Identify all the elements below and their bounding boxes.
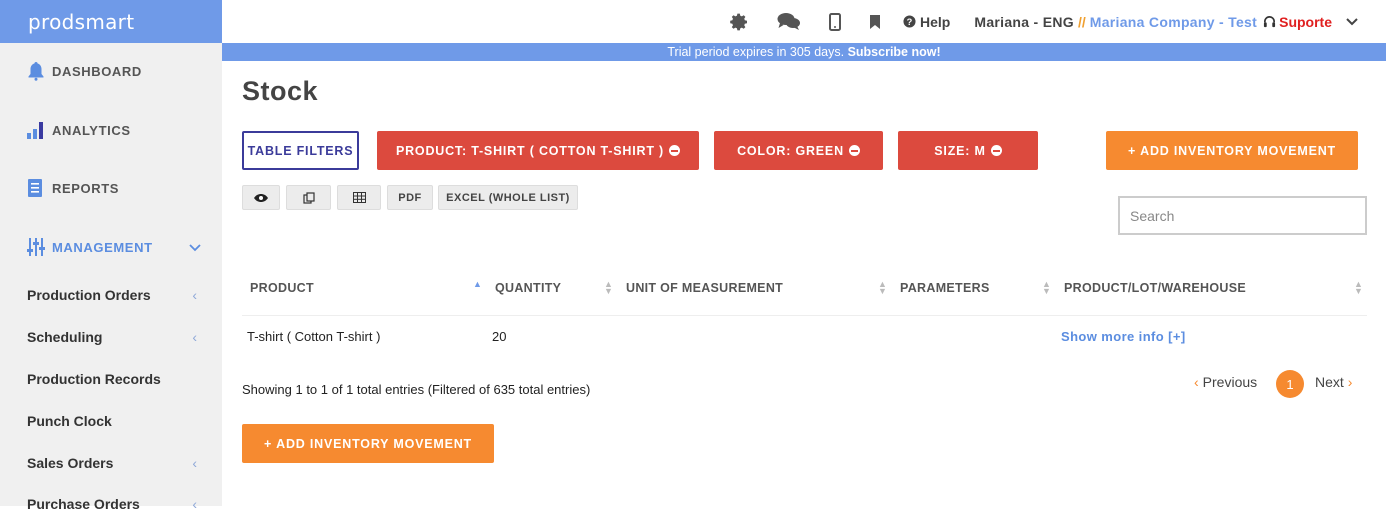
sidebar-item-reports[interactable]: REPORTS: [26, 178, 119, 198]
sidebar-item-production-records[interactable]: Production Records: [27, 371, 197, 387]
table-filters-button[interactable]: TABLE FILTERS: [242, 131, 359, 170]
chevron-down-icon[interactable]: [189, 240, 201, 255]
sort-icon: ▲ ▼: [1354, 279, 1363, 296]
product-filter-label: PRODUCT: T-SHIRT ( COTTON T-SHIRT ): [395, 143, 665, 158]
sidebar-item-label: DASHBOARD: [52, 63, 142, 79]
chat-icon[interactable]: [777, 12, 801, 32]
product-filter-chip[interactable]: PRODUCT: T-SHIRT ( COTTON T-SHIRT ): [377, 131, 699, 170]
chevron-right-icon: ›: [1347, 374, 1353, 390]
column-header-product[interactable]: PRODUCT: [250, 281, 314, 295]
sidebar-item-management[interactable]: MANAGEMENT: [26, 237, 201, 257]
subscribe-link[interactable]: Subscribe now!: [848, 45, 941, 59]
sort-icon: ▲ ▼: [604, 279, 613, 296]
previous-label: Previous: [1202, 374, 1258, 390]
sidebar-item-sales-orders[interactable]: Sales Orders ‹: [27, 455, 197, 471]
chevron-left-icon: ‹: [192, 329, 197, 345]
table-divider: [242, 315, 1367, 316]
pdf-export-button[interactable]: PDF: [387, 185, 433, 210]
top-bar: ? Help Mariana - ENG // Mariana Company …: [222, 0, 1386, 43]
sidebar-sub-label: Sales Orders: [27, 455, 114, 471]
sort-icon: ▲ ▼: [878, 279, 887, 296]
next-label: Next: [1315, 374, 1344, 390]
gear-icon[interactable]: [729, 12, 749, 32]
chevron-left-icon: ‹: [192, 287, 197, 303]
pagination-previous[interactable]: ‹ Previous: [1194, 374, 1257, 390]
sidebar-item-label: MANAGEMENT: [52, 239, 153, 255]
sidebar-sub-label: Scheduling: [27, 329, 103, 345]
question-circle-icon: ?: [903, 15, 916, 28]
chevron-left-icon: ‹: [192, 455, 197, 471]
column-header-parameters[interactable]: PARAMETERS: [900, 281, 990, 295]
bookmark-icon[interactable]: [869, 14, 881, 30]
cell-quantity: 20: [492, 329, 507, 344]
table-view-button[interactable]: [337, 185, 381, 210]
sliders-icon: [26, 237, 46, 257]
company-name[interactable]: Mariana Company - Test: [1090, 14, 1257, 30]
column-visibility-button[interactable]: [242, 185, 280, 210]
sidebar-item-label: ANALYTICS: [52, 122, 131, 138]
mobile-icon[interactable]: [829, 12, 842, 31]
sidebar-item-analytics[interactable]: ANALYTICS: [26, 120, 131, 140]
plus-icon: +: [264, 436, 273, 451]
support-label: Suporte: [1279, 13, 1332, 30]
sidebar-item-punch-clock[interactable]: Punch Clock: [27, 413, 197, 429]
help-link[interactable]: ? Help: [903, 14, 950, 30]
support-link[interactable]: Suporte: [1263, 14, 1332, 30]
table-info: Showing 1 to 1 of 1 total entries (Filte…: [242, 382, 591, 397]
cell-product: T-shirt ( Cotton T-shirt ): [247, 329, 381, 344]
sidebar-sub-label: Purchase Orders: [27, 496, 140, 512]
size-filter-label: SIZE: M: [934, 143, 986, 158]
add-inventory-movement-button-bottom[interactable]: + ADD INVENTORY MOVEMENT: [242, 424, 494, 463]
sidebar-item-label: REPORTS: [52, 180, 120, 196]
show-more-info-link[interactable]: Show more info [+]: [1061, 329, 1186, 344]
eye-icon: [254, 193, 268, 202]
chevron-down-icon[interactable]: [1346, 17, 1358, 26]
headset-icon: [1264, 16, 1276, 28]
sidebar-sub-label: Production Orders: [27, 287, 151, 303]
sort-icon: ▲ ▼: [1042, 279, 1051, 296]
trial-banner: Trial period expires in 305 days. Subscr…: [222, 43, 1386, 61]
help-label: Help: [920, 13, 951, 30]
pagination-page[interactable]: 1: [1276, 370, 1304, 398]
bar-chart-icon: [26, 120, 46, 140]
column-header-quantity[interactable]: QUANTITY: [495, 281, 561, 295]
sidebar: prodsmart DASHBOARD ANALYTICS REPORTS MA…: [0, 0, 222, 512]
sidebar-sub-label: Production Records: [27, 371, 161, 387]
chevron-left-icon: ‹: [192, 496, 197, 512]
column-header-unit[interactable]: UNIT OF MEASUREMENT: [626, 281, 783, 295]
bell-icon: [26, 61, 46, 81]
add-inventory-movement-button[interactable]: + ADD INVENTORY MOVEMENT: [1106, 131, 1358, 170]
document-icon: [26, 178, 46, 198]
sort-asc-icon: ▲: [473, 279, 482, 289]
sidebar-item-scheduling[interactable]: Scheduling ‹: [27, 329, 197, 345]
sidebar-sub-label: Punch Clock: [27, 413, 112, 429]
sidebar-item-production-orders[interactable]: Production Orders ‹: [27, 287, 197, 303]
add-movement-label: ADD INVENTORY MOVEMENT: [276, 436, 472, 451]
svg-text:?: ?: [907, 17, 913, 27]
table-icon: [352, 192, 366, 203]
trial-text: Trial period expires in 305 days.: [667, 45, 845, 59]
search-input[interactable]: [1118, 196, 1367, 235]
copy-button[interactable]: [286, 185, 331, 210]
current-page: 1: [1276, 370, 1304, 398]
separator: //: [1077, 13, 1086, 30]
excel-export-button[interactable]: EXCEL (WHOLE LIST): [438, 185, 578, 210]
user-name[interactable]: Mariana - ENG: [974, 14, 1074, 30]
add-movement-label: ADD INVENTORY MOVEMENT: [1140, 143, 1336, 158]
copy-icon: [302, 191, 315, 204]
sidebar-item-purchase-orders[interactable]: Purchase Orders ‹: [27, 496, 197, 512]
remove-icon[interactable]: [669, 145, 681, 156]
color-filter-label: COLOR: GREEN: [737, 143, 844, 158]
column-header-product-lot-warehouse[interactable]: PRODUCT/LOT/WAREHOUSE: [1064, 281, 1246, 295]
chevron-left-icon: ‹: [1194, 374, 1199, 390]
size-filter-chip[interactable]: SIZE: M: [898, 131, 1038, 170]
remove-icon[interactable]: [848, 145, 860, 156]
remove-icon[interactable]: [990, 145, 1002, 156]
app-logo[interactable]: prodsmart: [0, 0, 222, 43]
page-title: Stock: [242, 76, 319, 106]
plus-icon: +: [1128, 143, 1137, 158]
pagination-next[interactable]: Next ›: [1315, 374, 1352, 390]
sidebar-item-dashboard[interactable]: DASHBOARD: [26, 61, 142, 81]
color-filter-chip[interactable]: COLOR: GREEN: [714, 131, 883, 170]
